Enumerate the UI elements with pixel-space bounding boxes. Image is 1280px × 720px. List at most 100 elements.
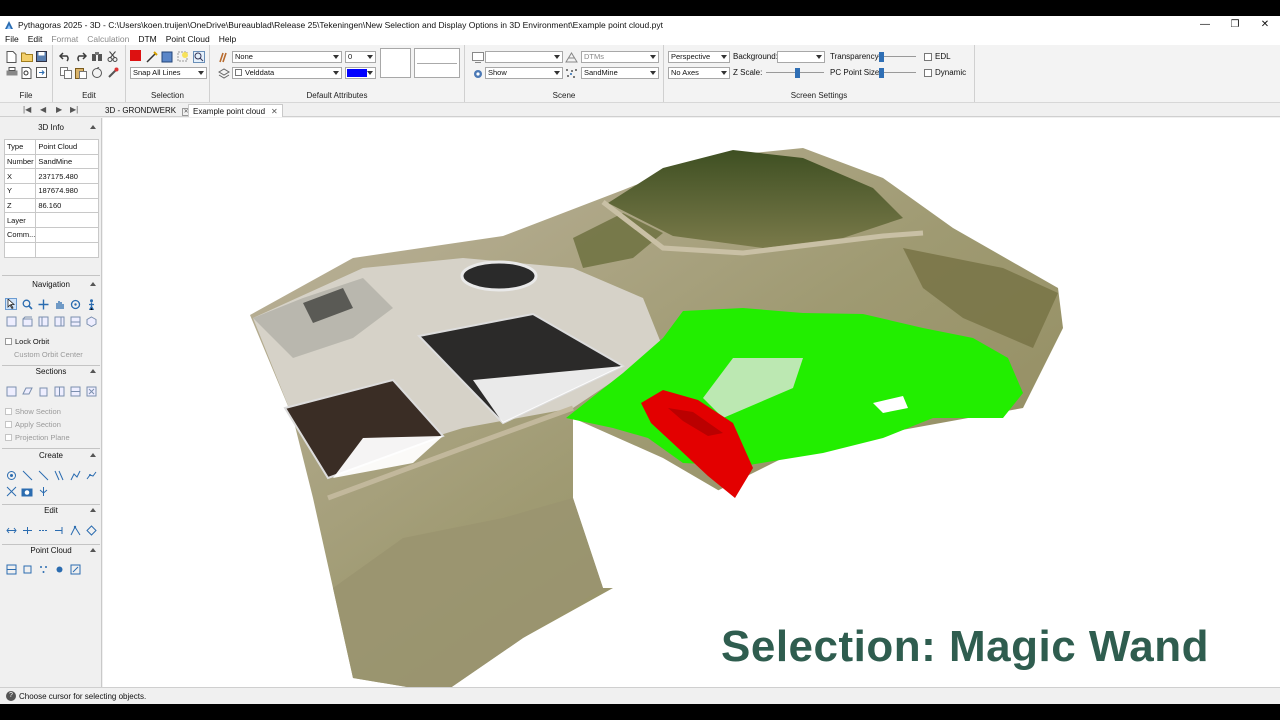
copy-icon[interactable] [59,66,72,79]
section-clear-icon[interactable] [85,385,97,397]
hand-icon[interactable] [53,298,65,310]
layer-dropdown[interactable]: Velddata [232,67,342,79]
transparency-slider-thumb[interactable] [878,52,884,62]
line-style-dropdown[interactable]: None [232,51,342,63]
zoom-select-icon[interactable] [192,50,205,63]
walk-person-icon[interactable] [85,298,97,310]
create-header[interactable]: Create [2,449,100,462]
layer-visible-checkbox[interactable] [235,69,242,76]
pc-clip-icon[interactable] [5,563,17,575]
projection-plane-checkbox[interactable]: Projection Plane [5,433,70,442]
edit-trim-icon[interactable] [53,524,65,536]
color-dropdown[interactable] [345,67,376,79]
create-polyline-icon[interactable] [37,469,49,481]
select-cursor-icon[interactable] [5,298,17,310]
highlight-select-icon[interactable] [176,50,189,63]
navigation-header[interactable]: Navigation [2,278,100,291]
menu-edit[interactable]: Edit [23,34,47,44]
first-tab-icon[interactable]: |◀ [23,105,31,114]
open-folder-icon[interactable] [20,50,33,63]
section-vertical-icon[interactable] [53,385,65,397]
sections-header[interactable]: Sections [2,365,100,378]
create-cross-icon[interactable] [5,485,17,497]
pc-point-size-slider-thumb[interactable] [878,68,884,78]
tab-example-point-cloud[interactable]: Example point cloud ✕ [188,104,283,117]
background-color-dropdown[interactable] [777,51,825,63]
transparency-slider[interactable] [878,51,916,63]
edl-checkbox[interactable] [924,53,932,61]
tab-3d-grondwerk[interactable]: 3D - GRONDWERK ✕ [101,104,194,117]
3d-info-header[interactable]: 3D Info [2,121,100,134]
apply-section-checkbox[interactable]: Apply Section [5,420,61,429]
point-cloud-dropdown[interactable]: SandMine [581,67,659,79]
menu-format[interactable]: Format [46,34,82,44]
view-right-icon[interactable] [53,315,65,327]
section-horizontal-icon[interactable] [69,385,81,397]
z-scale-slider[interactable] [766,67,824,79]
collapse-icon[interactable] [90,453,96,457]
undo-icon[interactable] [59,50,72,63]
view-iso-icon[interactable] [85,315,97,327]
save-icon[interactable] [35,50,48,63]
edit-join-icon[interactable] [5,524,17,536]
pc-classify-icon[interactable] [37,563,49,575]
dtm-dropdown[interactable]: DTMs [581,51,659,63]
create-multi-line-icon[interactable] [53,469,65,481]
scene-show-dropdown[interactable]: Show [485,67,563,79]
section-plane-icon[interactable] [21,385,33,397]
last-tab-icon[interactable]: ▶| [70,105,78,114]
zoom-icon[interactable] [21,298,33,310]
3d-viewport[interactable]: Selection: Magic Wand [103,118,1280,687]
edit-split-icon[interactable] [21,524,33,536]
show-section-checkbox[interactable]: Show Section [5,407,61,416]
magic-wand-select-icon[interactable] [130,50,141,61]
pc-filter-icon[interactable] [53,563,65,575]
next-tab-icon[interactable]: ▶ [56,105,62,114]
projection-dropdown[interactable]: Perspective [668,51,730,63]
pc-point-size-slider[interactable] [878,67,916,79]
pc-extract-icon[interactable] [69,563,81,575]
selection-mode-dropdown[interactable]: Snap All Lines [130,67,207,79]
menu-file[interactable]: File [0,34,23,44]
box-select-icon[interactable] [160,50,173,63]
print-preview-icon[interactable] [20,66,33,79]
view-left-icon[interactable] [37,315,49,327]
point-cloud-render[interactable] [103,118,1280,687]
minimize-button[interactable]: — [1190,16,1220,33]
view-top-icon[interactable] [5,315,17,327]
edit-header[interactable]: Edit [2,504,100,517]
collapse-icon[interactable] [90,282,96,286]
edit-extend-icon[interactable] [37,524,49,536]
custom-orbit-center-option[interactable]: Custom Orbit Center [14,350,83,359]
camera-icon[interactable] [21,485,33,497]
close-button[interactable]: ✕ [1250,16,1280,33]
lasso-select-icon[interactable] [145,50,158,63]
create-profile-icon[interactable] [85,469,97,481]
point-cloud-header[interactable]: Point Cloud [2,544,100,557]
z-scale-slider-thumb[interactable] [795,68,801,78]
cut-icon[interactable] [106,50,119,63]
collapse-icon[interactable] [90,125,96,129]
create-tree-icon[interactable] [37,485,49,497]
pan-icon[interactable] [37,298,49,310]
menu-calculation[interactable]: Calculation [82,34,133,44]
section-box-icon[interactable] [37,385,49,397]
collapse-icon[interactable] [90,548,96,552]
new-file-icon[interactable] [5,50,18,63]
properties-icon[interactable] [106,66,119,79]
export-icon[interactable] [35,66,48,79]
view-back-icon[interactable] [69,315,81,327]
close-tab-icon[interactable]: ✕ [271,107,278,116]
lock-orbit-checkbox[interactable]: Lock Orbit [5,337,49,346]
collapse-icon[interactable] [90,508,96,512]
menu-point-cloud[interactable]: Point Cloud [161,34,214,44]
edit-vertex-icon[interactable] [69,524,81,536]
section-line-icon[interactable] [5,385,17,397]
create-line-icon[interactable] [21,469,33,481]
redo-icon[interactable] [74,50,87,63]
attribute-number-dropdown[interactable]: 0 [345,51,376,63]
previous-tab-icon[interactable]: ◀ [40,105,46,114]
print-icon[interactable] [5,66,18,79]
edit-move-icon[interactable] [85,524,97,536]
dynamic-checkbox[interactable] [924,69,932,77]
